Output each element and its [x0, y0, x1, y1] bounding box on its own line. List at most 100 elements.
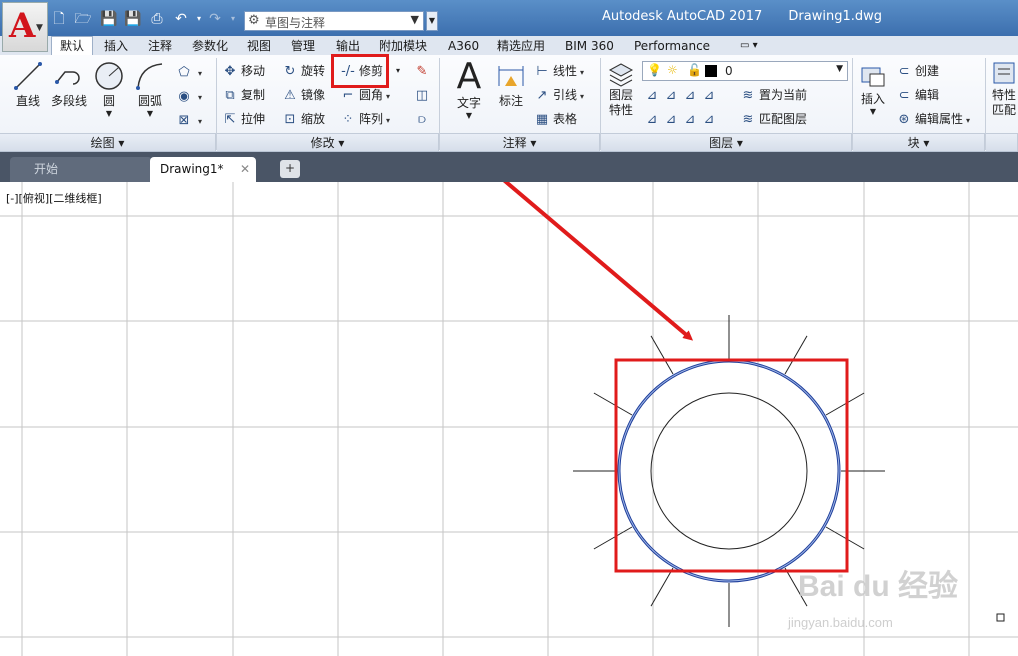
watermark-brand: Bai du 经验 [798, 569, 958, 603]
workspace-dropdown[interactable]: ⚙ 草图与注释 ▼ [244, 11, 424, 31]
redo-icon[interactable]: ↷ [206, 10, 224, 28]
block-panel-title[interactable]: 块 ▾ [853, 133, 985, 151]
tab-drawing1[interactable]: Drawing1* ✕ [150, 157, 256, 182]
insert-label: 插入 [860, 92, 885, 106]
viewport-controls[interactable]: [-][俯视][二维线框] [6, 190, 102, 206]
array-button[interactable]: ⁘ 阵列 ▾ [340, 109, 390, 129]
annotation-panel-title[interactable]: 注释 ▾ [440, 133, 600, 151]
radial-line[interactable] [784, 335, 808, 375]
insert-block-button[interactable]: 插入 ▼ [856, 60, 890, 116]
radial-line[interactable] [825, 526, 865, 550]
polyline-icon [55, 71, 80, 85]
open-file-icon[interactable]: 🗁 [74, 10, 92, 28]
new-tab-button[interactable]: + [280, 160, 300, 178]
undo-icon[interactable]: ↶ [172, 10, 190, 28]
leader-button[interactable]: ↗ 引线 ▾ [534, 85, 584, 105]
tab-parametric[interactable]: 参数化 [190, 37, 230, 55]
ellipse-button[interactable]: ◉ ▾ [176, 86, 202, 106]
line-button[interactable]: 直线 [10, 60, 46, 109]
rotate-button[interactable]: ↻ 旋转 [282, 61, 325, 81]
polygon-button[interactable]: ⬠ ▾ [176, 62, 202, 82]
new-file-icon[interactable]: 🗋 [50, 10, 68, 28]
tab-manage[interactable]: 管理 [289, 37, 317, 55]
radial-line[interactable] [593, 526, 633, 550]
layers-panel-title[interactable]: 图层 ▾ [601, 133, 852, 151]
edit-block-button[interactable]: ⊂ 编辑 [896, 85, 939, 105]
linear-button[interactable]: ⊢ 线性 ▾ [534, 61, 584, 81]
mirror-button[interactable]: ⚠ 镜像 [282, 85, 325, 105]
draw-panel-title[interactable]: 绘图 ▾ [0, 133, 216, 151]
copy-button[interactable]: ⧉ 复制 [222, 85, 265, 105]
tab-performance[interactable]: Performance [632, 37, 712, 55]
fillet-button[interactable]: ⌐ 圆角 ▾ [340, 85, 390, 105]
modify-panel-title[interactable]: 修改 ▾ [217, 133, 439, 151]
layer-freeze-icon: ⊿ [684, 88, 696, 103]
inner-circle[interactable] [650, 392, 808, 550]
set-current-button[interactable]: ≋ 置为当前 [740, 85, 807, 105]
save-as-icon[interactable]: 💾 [124, 10, 142, 28]
edit-attributes-button[interactable]: ⊛ 编辑属性 ▾ [896, 109, 970, 129]
arc-button[interactable]: 圆弧 ▼ [132, 60, 168, 118]
tab-output[interactable]: 输出 [334, 37, 362, 55]
application-menu-button[interactable]: A ▼ [2, 2, 48, 52]
layer-off-icon: ⊿ [646, 88, 658, 103]
layer-properties-label-2: 特性 [608, 103, 633, 117]
radial-line[interactable] [650, 335, 674, 375]
radial-line[interactable] [650, 567, 674, 607]
layer-properties-button[interactable]: 图层 特性 [604, 60, 638, 118]
ribbon-minimize-icon[interactable]: ▭ ▾ [738, 37, 760, 55]
fillet-label: 圆角 [359, 88, 384, 102]
radial-line[interactable] [593, 392, 633, 416]
close-icon[interactable]: ✕ [240, 157, 250, 181]
customize-qat-button[interactable]: ▼ [426, 11, 438, 31]
mirror-label: 镜像 [301, 88, 326, 102]
tab-addins[interactable]: 附加模块 [377, 37, 429, 55]
tab-bim360[interactable]: BIM 360 [563, 37, 616, 55]
insert-block-icon [861, 67, 885, 87]
tab-view[interactable]: 视图 [245, 37, 273, 55]
trim-dropdown-icon[interactable]: ▾ [396, 61, 400, 81]
explode-button[interactable]: ◫ [414, 85, 433, 105]
ribbon-tab-bar: 默认 插入 注释 参数化 视图 管理 输出 附加模块 A360 精选应用 BIM… [0, 36, 1018, 56]
layer-tool-row-1[interactable]: ⊿ ⊿ ⊿ ⊿ [644, 85, 720, 105]
tab-start[interactable]: 开始 [10, 157, 152, 182]
dimension-button[interactable]: 标注 [492, 60, 530, 109]
tab-default[interactable]: 默认 [51, 36, 94, 56]
erase-button[interactable]: ✎ [414, 61, 433, 81]
lightbulb-icon: 💡 [647, 63, 662, 77]
tab-a360[interactable]: A360 [446, 37, 481, 55]
properties-label: 特性 [991, 88, 1016, 102]
scale-label: 缩放 [301, 112, 326, 126]
match-properties-button[interactable]: 特性 匹配 [990, 60, 1018, 118]
tab-insert[interactable]: 插入 [102, 37, 130, 55]
table-button[interactable]: ▦ 表格 [534, 109, 577, 129]
circle-button[interactable]: 圆 ▼ [92, 60, 126, 118]
polyline-button[interactable]: 多段线 [48, 60, 90, 109]
layer-tool-row-2[interactable]: ⊿ ⊿ ⊿ ⊿ [644, 109, 720, 129]
properties-panel-title[interactable] [986, 133, 1018, 151]
print-icon[interactable]: ⎙ [148, 10, 166, 28]
drawing-canvas[interactable]: Bai du 经验 jingyan.baidu.com [0, 182, 1018, 656]
document-title: Drawing1.dwg [788, 9, 882, 24]
edit-block-label: 编辑 [915, 88, 940, 102]
stretch-button[interactable]: ⇱ 拉伸 [222, 109, 265, 129]
circle-label: 圆 [102, 94, 115, 108]
layer-unlock-icon: ⊿ [703, 112, 715, 127]
tab-featured-apps[interactable]: 精选应用 [495, 37, 547, 55]
outer-circle-selected[interactable] [617, 359, 841, 583]
scale-button[interactable]: ⊡ 缩放 [282, 109, 325, 129]
layer-dropdown[interactable]: 💡 ☼ 🔓 0 ▼ [642, 61, 848, 81]
save-icon[interactable]: 💾 [100, 10, 118, 28]
radial-line[interactable] [825, 392, 865, 416]
hatch-button[interactable]: ⊠ ▾ [176, 110, 202, 130]
text-button[interactable]: A 文字 ▼ [450, 59, 488, 121]
offset-button[interactable]: ⫐ [414, 109, 433, 129]
match-layer-label: 匹配图层 [759, 112, 808, 126]
move-button[interactable]: ✥ 移动 [222, 61, 265, 81]
redo-dropdown-icon[interactable]: ▾ [224, 10, 242, 28]
selection-highlight-box [614, 358, 849, 573]
array-icon: ⁘ [342, 112, 354, 127]
match-layer-button[interactable]: ≋ 匹配图层 [740, 109, 807, 129]
tab-annotate[interactable]: 注释 [146, 37, 174, 55]
create-block-button[interactable]: ⊂ 创建 [896, 61, 939, 81]
